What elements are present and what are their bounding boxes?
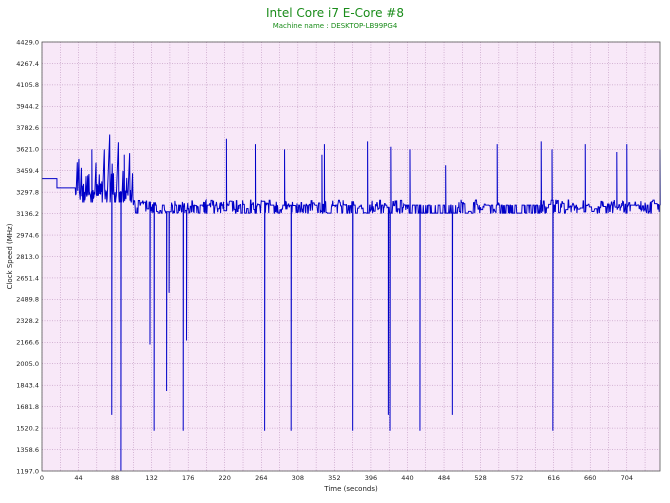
y-tick-label: 4105.8	[16, 81, 39, 89]
y-tick-label: 2651.4	[16, 274, 39, 282]
y-axis-ticks: 1197.0 1358.6 1520.2 1681.8 1843.4 2005.0 2166…	[16, 38, 39, 475]
x-tick-label: 220	[219, 474, 231, 482]
y-tick-label: 3136.2	[16, 210, 39, 218]
y-tick-label: 3621.0	[16, 146, 39, 154]
y-tick-label: 4267.4	[16, 60, 39, 68]
x-tick-label: 88	[111, 474, 119, 482]
x-axis-ticks: 0 44 88 132 176 220 264 308 352 396 440 484 528 572 61…	[40, 474, 633, 482]
y-tick-label: 2974.6	[16, 231, 39, 239]
y-tick-label: 2328.2	[16, 317, 39, 325]
y-tick-label: 2166.6	[16, 339, 39, 347]
y-tick-label: 1358.6	[16, 446, 39, 454]
y-tick-label: 1197.0	[16, 467, 39, 475]
y-tick-label: 4429.0	[16, 38, 39, 46]
y-tick-label: 3459.4	[16, 167, 39, 175]
x-tick-label: 660	[584, 474, 596, 482]
x-tick-label: 44	[74, 474, 82, 482]
y-tick-label: 3297.8	[16, 188, 39, 196]
x-tick-label: 484	[438, 474, 450, 482]
x-tick-label: 572	[511, 474, 523, 482]
x-axis-label: Time (seconds)	[323, 485, 378, 493]
y-tick-label: 2005.0	[16, 360, 39, 368]
y-tick-label: 1681.8	[16, 403, 39, 411]
y-tick-label: 3944.2	[16, 103, 39, 111]
x-tick-label: 132	[145, 474, 157, 482]
y-tick-label: 3782.6	[16, 124, 39, 132]
x-tick-label: 352	[328, 474, 340, 482]
x-tick-label: 0	[40, 474, 44, 482]
x-tick-label: 528	[474, 474, 486, 482]
y-tick-label: 1520.2	[16, 424, 39, 432]
chart-canvas: 0 44 88 132 176 220 264 308 352 396 440 484 528 572 61…	[6, 38, 661, 493]
x-tick-label: 264	[255, 474, 267, 482]
x-tick-label: 308	[292, 474, 304, 482]
x-tick-label: 704	[621, 474, 633, 482]
y-axis-label: Clock Speed (MHz)	[6, 223, 14, 289]
x-tick-label: 616	[547, 474, 559, 482]
x-tick-label: 396	[365, 474, 377, 482]
y-tick-label: 2489.8	[16, 296, 39, 304]
y-tick-label: 2813.0	[16, 253, 39, 261]
x-tick-label: 176	[182, 474, 194, 482]
x-tick-label: 440	[401, 474, 413, 482]
y-tick-label: 1843.4	[16, 382, 39, 390]
